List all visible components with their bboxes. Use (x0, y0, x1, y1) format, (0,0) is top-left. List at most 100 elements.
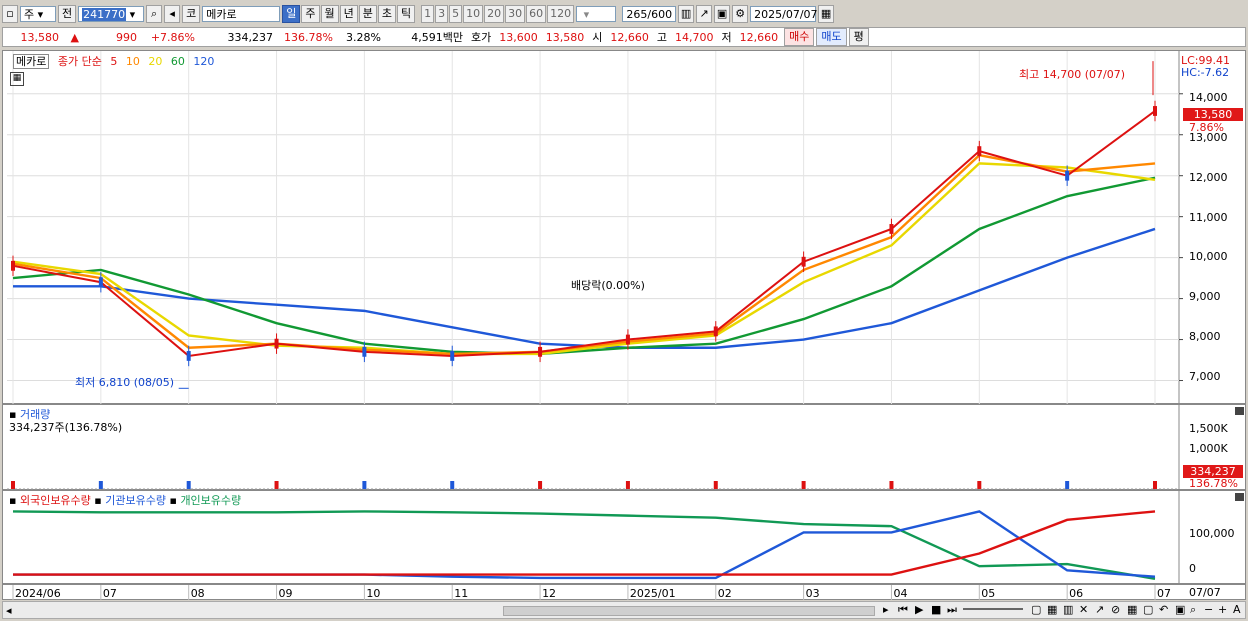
period-month[interactable]: 월 (320, 5, 339, 23)
period-week[interactable]: 주 (301, 5, 320, 23)
name-input[interactable]: 메카로 (202, 6, 281, 22)
scroll-thumb[interactable] (503, 606, 875, 616)
scroll-left-icon[interactable]: ◂ (6, 604, 12, 617)
interval-60[interactable]: 60 (526, 5, 547, 23)
current-volume-pct: 136.78% (1189, 477, 1238, 490)
price-chart (7, 51, 1183, 405)
ma120-legend: 120 (193, 55, 215, 68)
expand-icon[interactable]: ▢ (1143, 603, 1153, 616)
font-size-icon[interactable]: A (1233, 603, 1241, 616)
zoom-in-icon[interactable]: + (1218, 603, 1227, 616)
scroll-right-icon[interactable]: ▸ (883, 603, 889, 616)
interval-1[interactable]: 1 (421, 5, 435, 23)
dividend-annotation: 배당락(0.00%) (571, 279, 645, 292)
window-icon[interactable]: ▫ (2, 5, 18, 23)
zoom-out-icon[interactable]: − (1204, 603, 1213, 616)
open-label: 시 (592, 31, 603, 44)
draw-tool-icon[interactable]: ↗ (696, 5, 713, 23)
quote-info-bar: 13,580 ▲ 990 +7.86% 334,237 136.78% 3.28… (2, 27, 1246, 47)
interval-3[interactable]: 3 (435, 5, 449, 23)
close-icon[interactable] (1235, 407, 1244, 415)
x-tick-label: 03 (806, 587, 820, 600)
period-day[interactable]: 일 (282, 5, 301, 23)
ma10-legend: 10 (125, 55, 140, 68)
custom-interval-select[interactable]: ▾ (576, 6, 617, 22)
volume-bar (1065, 481, 1070, 489)
open-price: 12,660 (610, 30, 649, 44)
prev-button[interactable]: 전 (58, 5, 77, 23)
interval-20[interactable]: 20 (484, 5, 505, 23)
period-second[interactable]: 초 (377, 5, 396, 23)
zoom-slider[interactable] (963, 608, 1023, 610)
holdings-legend: ▪ 외국인보유수량 ▪ 기관보유수량 ▪ 개인보유수량 (9, 494, 242, 507)
interval-5[interactable]: 5 (449, 5, 463, 23)
candle-body (801, 256, 806, 267)
trend-icon[interactable]: ↗ (1095, 603, 1104, 616)
zoom-icon[interactable]: ⌕ (1190, 603, 1196, 617)
play-icon[interactable]: ▶ (915, 603, 923, 616)
sell-button[interactable]: 매도 (816, 28, 847, 46)
table-icon[interactable]: ▦ (10, 72, 24, 86)
volume-bar (11, 481, 15, 489)
candle-body (450, 351, 455, 361)
x-tick-label: 10 (366, 587, 380, 600)
eval-button[interactable]: 평 (848, 28, 869, 46)
code-input[interactable]: 241770 ▾ (78, 6, 145, 22)
cross-icon[interactable]: ✕ (1079, 603, 1088, 616)
candle-body (889, 224, 894, 234)
volume-subtitle: 334,237주(136.78%) (9, 421, 123, 434)
rewind-icon[interactable]: ⏮ (898, 603, 908, 617)
interval-10[interactable]: 10 (463, 5, 484, 23)
change-percent: +7.86% (150, 30, 195, 44)
current-price: 13,580 ▲ (3, 31, 87, 44)
chart-type-icon[interactable]: ▥ (678, 5, 695, 23)
change-value: 990 (116, 30, 137, 44)
count-input[interactable]: 265/600 (622, 6, 677, 22)
candle-body (274, 338, 279, 349)
forward-icon[interactable]: ⏭ (947, 603, 957, 617)
volume-bar (186, 481, 191, 489)
interval-30[interactable]: 30 (505, 5, 526, 23)
market-button[interactable]: 코 (182, 5, 201, 23)
stock-name-tag: 메카로 (13, 54, 50, 69)
layout-icon[interactable]: ▦ (1047, 603, 1057, 616)
search-icon[interactable]: ⌕ (146, 5, 163, 23)
close-icon[interactable] (1235, 493, 1244, 501)
chart-icon[interactable]: ▥ (1063, 603, 1073, 616)
type-select[interactable]: 주 ▾ (20, 6, 56, 22)
y-tick-7000: 7,000 (1189, 370, 1221, 383)
low-annotation: 최저 6,810 (08/05) (75, 376, 175, 389)
candle-body (1153, 106, 1157, 116)
tool-icon[interactable]: ▢ (1031, 603, 1041, 616)
toolbar: ▫ 주 ▾ 전 241770 ▾ ⌕ ◂ 코 메카로 일 주 월 년 분 초 틱… (2, 3, 1246, 25)
low-price: 12,660 (739, 30, 779, 44)
compare-icon[interactable]: ⊘ (1111, 603, 1120, 616)
undo-icon[interactable]: ↶ (1159, 603, 1168, 616)
period-minute[interactable]: 분 (358, 5, 377, 23)
volume-value: 334,237 (227, 30, 274, 44)
grid-icon[interactable]: ▦ (1127, 603, 1137, 616)
vol-tick-1000k: 1,000K (1189, 442, 1228, 455)
period-tick[interactable]: 틱 (397, 5, 416, 23)
ma-line-60 (12, 176, 1156, 356)
ma5-legend: 5 (110, 55, 118, 68)
buy-button[interactable]: 매수 (784, 28, 815, 46)
x-tick-label: 08 (191, 587, 205, 600)
high-price: 14,700 (675, 30, 714, 44)
bottom-scrollbar[interactable]: ◂ ▸ ⏮ ▶ ■ ⏭ ▢ ▦ ▥ ✕ ↗ ⊘ ▦ ▢ ↶ ▣ ⌕ − + A (2, 601, 1246, 619)
date-input[interactable]: 2025/07/07 (750, 6, 818, 22)
code-value: 241770 (82, 8, 127, 21)
up-arrow-icon: ▲ (70, 30, 79, 44)
x-axis-ticks: 2024/06 07 08 09 10 11 12 2025/01 02 03 04 05 06 07 (12, 585, 1171, 600)
stop-icon[interactable]: ■ (931, 603, 941, 616)
speaker-icon[interactable]: ◂ (164, 5, 181, 23)
volume-ratio: 136.78% (284, 30, 333, 44)
save-icon[interactable]: ▣ (1175, 603, 1185, 616)
interval-120[interactable]: 120 (547, 5, 575, 23)
period-year[interactable]: 년 (339, 5, 358, 23)
candle-body (538, 346, 543, 357)
calendar-icon[interactable]: ▦ (818, 5, 835, 23)
gear-icon[interactable]: ⚙ (732, 5, 749, 23)
save-icon[interactable]: ▣ (714, 5, 731, 23)
holdings-panel: ▪ 외국인보유수량 ▪ 기관보유수량 ▪ 개인보유수량 100,000 0 (2, 490, 1246, 585)
